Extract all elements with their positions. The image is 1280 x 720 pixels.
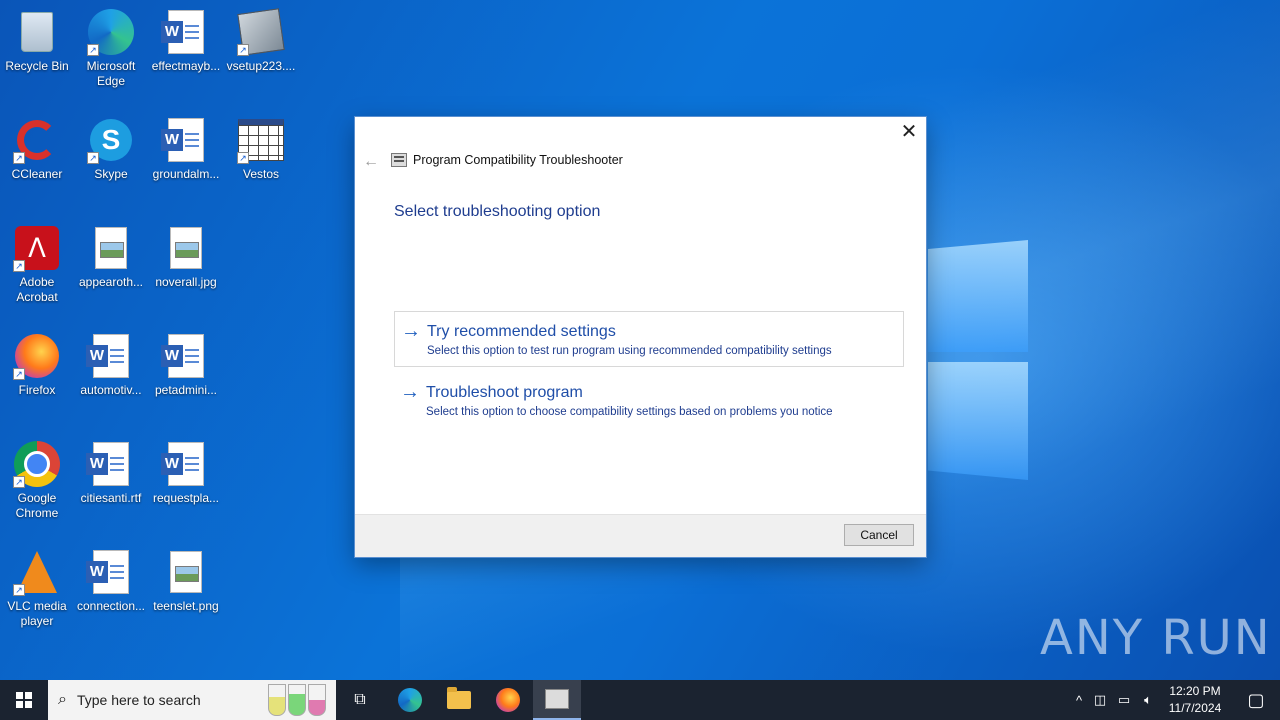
taskbar-search-box[interactable]: ⌕ Type here to search xyxy=(48,680,336,720)
installer-icon: ↗ xyxy=(237,8,285,56)
search-placeholder: Type here to search xyxy=(76,692,201,708)
search-highlight-icon xyxy=(268,684,326,716)
task-view-button[interactable]: ⧉ xyxy=(340,680,380,720)
option-troubleshoot-program[interactable]: → Troubleshoot program Select this optio… xyxy=(394,373,904,429)
notification-icon[interactable]: ▢ xyxy=(1232,680,1280,720)
word-document-icon: W xyxy=(86,548,135,596)
word-document-icon: W xyxy=(161,8,210,56)
firefox-icon: ↗ xyxy=(13,332,61,380)
desktop-icon-appearoth[interactable]: appearoth... xyxy=(74,220,148,290)
shortcut-arrow-icon: ↗ xyxy=(13,584,25,596)
desktop-icon-microsoft-edge[interactable]: ↗ Microsoft Edge xyxy=(74,4,148,89)
option-description: Select this option to choose compatibili… xyxy=(426,406,833,418)
word-document-icon: W xyxy=(161,440,210,488)
arrow-right-icon: → xyxy=(400,381,420,403)
shortcut-arrow-icon: ↗ xyxy=(13,152,25,164)
windows-start-icon xyxy=(16,692,32,708)
desktop-icon-requestpla[interactable]: W requestpla... xyxy=(149,436,223,506)
meet-now-icon[interactable]: ◫ xyxy=(1088,692,1112,708)
word-document-icon: W xyxy=(86,332,135,380)
volume-icon[interactable]: 🔈︎ xyxy=(1136,692,1160,708)
shortcut-arrow-icon: ↗ xyxy=(13,368,25,380)
edge-icon xyxy=(398,688,422,712)
desktop-icon-effectmayb[interactable]: W effectmayb... xyxy=(149,4,223,74)
troubleshooter-app-icon xyxy=(391,153,407,167)
task-view-icon: ⧉ xyxy=(354,691,366,708)
dialog-title: Program Compatibility Troubleshooter xyxy=(413,153,623,167)
back-arrow-icon[interactable]: ← xyxy=(363,153,379,171)
desktop-icon-automotiv[interactable]: W automotiv... xyxy=(74,328,148,398)
troubleshooter-app-icon xyxy=(545,689,569,709)
image-file-icon xyxy=(162,548,210,596)
option-description: Select this option to test run program u… xyxy=(427,345,832,357)
shortcut-arrow-icon: ↗ xyxy=(237,44,249,56)
vlc-icon: ↗ xyxy=(13,548,61,596)
edge-icon: ↗ xyxy=(87,8,135,56)
search-icon: ⌕ xyxy=(58,691,67,708)
chrome-icon: ↗ xyxy=(13,440,61,488)
word-document-icon: W xyxy=(161,332,210,380)
skype-icon: S ↗ xyxy=(87,116,135,164)
windows-logo-wallpaper xyxy=(928,240,1030,480)
folder-icon xyxy=(447,687,471,709)
clock-time: 12:20 PM xyxy=(1169,684,1221,698)
network-icon[interactable]: ▭ xyxy=(1112,692,1136,708)
desktop-icon-petadmini[interactable]: W petadmini... xyxy=(149,328,223,398)
desktop-icon-groundalm[interactable]: W groundalm... xyxy=(149,112,223,182)
taskbar-file-explorer[interactable] xyxy=(435,680,483,720)
desktop-icon-teenslet[interactable]: teenslet.png xyxy=(149,544,223,614)
firefox-icon xyxy=(496,688,520,712)
shortcut-arrow-icon: ↗ xyxy=(87,44,99,56)
shortcut-arrow-icon: ↗ xyxy=(87,152,99,164)
word-document-icon: W xyxy=(86,440,135,488)
desktop-icon-recycle-bin[interactable]: Recycle Bin xyxy=(0,4,74,74)
taskbar-edge[interactable] xyxy=(386,680,434,720)
ccleaner-icon: ↗ xyxy=(13,116,61,164)
dialog-title-row: Program Compatibility Troubleshooter xyxy=(391,153,623,167)
recycle-bin-icon xyxy=(13,8,61,56)
desktop-icon-adobe-acrobat[interactable]: ᐱ ↗ Adobe Acrobat xyxy=(0,220,74,305)
desktop-icon-firefox[interactable]: ↗ Firefox xyxy=(0,328,74,398)
troubleshooter-dialog: ✕ ← Program Compatibility Troubleshooter… xyxy=(355,117,926,557)
image-file-icon xyxy=(87,224,135,272)
chevron-up-icon[interactable]: ^ xyxy=(1070,693,1088,708)
acrobat-icon: ᐱ ↗ xyxy=(13,224,61,272)
desktop-icon-skype[interactable]: S ↗ Skype xyxy=(74,112,148,182)
shortcut-arrow-icon: ↗ xyxy=(237,152,249,164)
shortcut-arrow-icon: ↗ xyxy=(13,260,25,272)
taskbar-clock[interactable]: 12:20 PM 11/7/2024 xyxy=(1160,683,1230,717)
shortcut-arrow-icon: ↗ xyxy=(13,476,25,488)
desktop-icon-connection[interactable]: W connection... xyxy=(74,544,148,614)
word-document-icon: W xyxy=(161,116,210,164)
system-tray: ^ ◫ ▭ 🔈︎ xyxy=(1070,680,1160,720)
desktop-icon-vsetup[interactable]: ↗ vsetup223.... xyxy=(224,4,298,74)
desktop-icon-vestos[interactable]: ↗ Vestos xyxy=(224,112,298,182)
option-title: Try recommended settings xyxy=(427,323,616,340)
clock-date: 11/7/2024 xyxy=(1168,701,1222,715)
option-title: Troubleshoot program xyxy=(426,384,583,401)
image-file-icon xyxy=(162,224,210,272)
desktop-icon-ccleaner[interactable]: ↗ CCleaner xyxy=(0,112,74,182)
desktop-icon-noverall[interactable]: noverall.jpg xyxy=(149,220,223,290)
close-icon[interactable]: ✕ xyxy=(898,121,920,143)
taskbar-troubleshooter[interactable] xyxy=(533,680,581,720)
option-try-recommended-settings[interactable]: → Try recommended settings Select this o… xyxy=(394,311,904,367)
cancel-button[interactable]: Cancel xyxy=(844,524,914,546)
desktop-icon-google-chrome[interactable]: ↗ Google Chrome xyxy=(0,436,74,521)
dialog-footer: Cancel xyxy=(355,514,926,557)
page-heading: Select troubleshooting option xyxy=(394,203,601,220)
desktop-icon-vlc[interactable]: ↗ VLC media player xyxy=(0,544,74,629)
arrow-right-icon: → xyxy=(401,320,421,342)
anyrun-watermark: ANY RUN xyxy=(1040,610,1272,666)
taskbar-firefox[interactable] xyxy=(484,680,532,720)
start-button[interactable] xyxy=(0,680,48,720)
taskbar: ⌕ Type here to search ⧉ ^ ◫ ▭ 🔈︎ 12:20 P… xyxy=(0,680,1280,720)
calendar-app-icon: ↗ xyxy=(237,116,285,164)
desktop-icon-citiesanti[interactable]: W citiesanti.rtf xyxy=(74,436,148,506)
